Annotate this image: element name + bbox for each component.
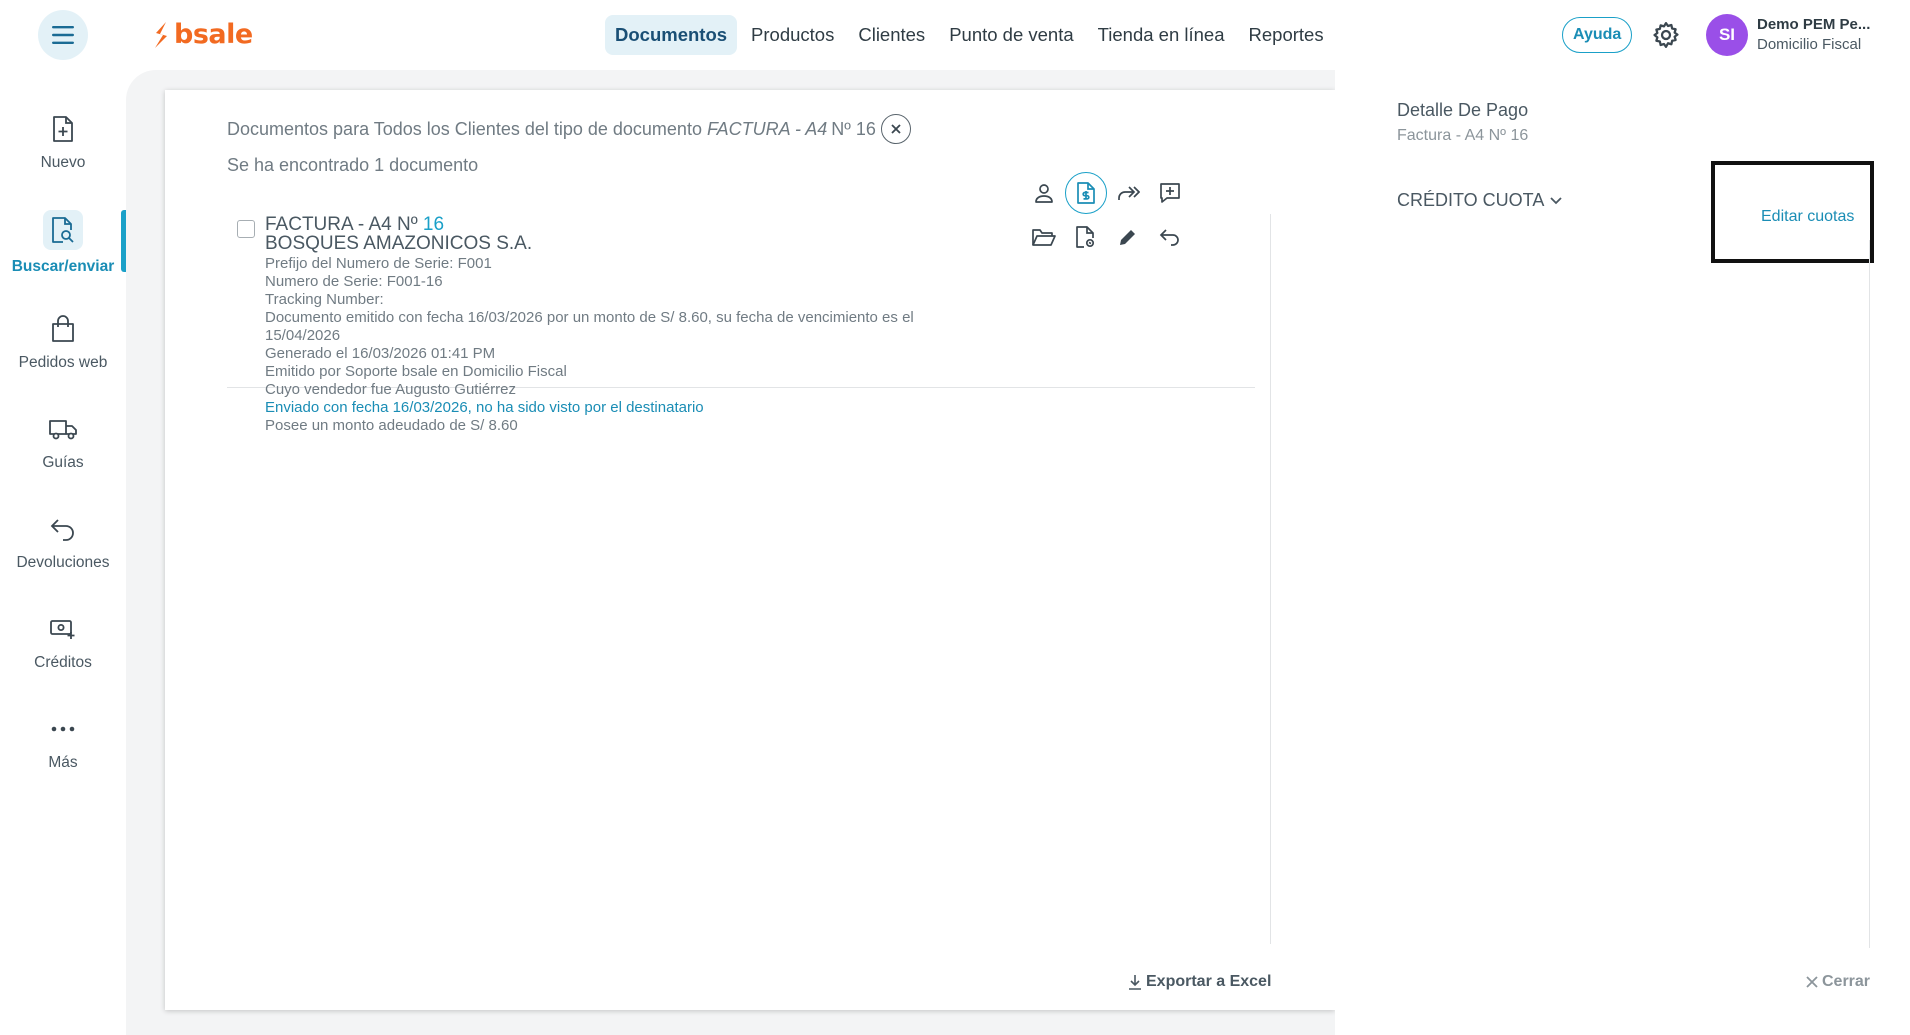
sidebar-item-label: Nuevo	[40, 154, 86, 171]
sidebar-item-buscar-enviar[interactable]: Buscar/enviar	[0, 210, 126, 290]
document-number[interactable]: 16	[423, 214, 444, 235]
right-panel-divider	[1869, 240, 1870, 948]
search-title: Documentos para Todos los Clientes del t…	[227, 114, 911, 144]
nav-item-productos[interactable]: Productos	[741, 15, 844, 55]
money-plus-icon	[50, 620, 75, 639]
download-icon	[1129, 975, 1141, 990]
close-icon	[1806, 976, 1818, 988]
detail-line: Prefijo del Numero de Serie: F001	[265, 255, 492, 272]
file-payment-icon	[1077, 182, 1095, 204]
document-link-button[interactable]	[1065, 216, 1107, 258]
close-label: Cerrar	[1822, 973, 1871, 990]
detail-line: Emitido por Soporte bsale en Domicilio F…	[265, 363, 567, 380]
logo-text: bsale	[174, 19, 253, 50]
main-nav: Documentos Productos Clientes Punto de v…	[605, 15, 1334, 55]
sidebar-item-pedidos-web[interactable]: Pedidos web	[0, 312, 126, 392]
nav-item-punto-de-venta[interactable]: Punto de venta	[939, 15, 1083, 55]
help-button[interactable]: Ayuda	[1562, 17, 1633, 53]
export-excel-label: Exportar a Excel	[1146, 973, 1272, 990]
close-icon	[891, 124, 901, 134]
detail-line: Documento emitido con fecha 16/03/2026 p…	[265, 309, 914, 344]
add-comment-button[interactable]	[1149, 172, 1191, 214]
forward-button[interactable]	[1107, 172, 1149, 214]
open-folder-button[interactable]	[1023, 216, 1065, 258]
sidebar-item-label: Devoluciones	[16, 554, 110, 571]
sidebar-item-label: Guías	[42, 454, 84, 471]
return-arrow-icon	[1159, 229, 1179, 246]
nav-item-clientes[interactable]: Clientes	[848, 15, 935, 55]
sidebar-item-label: Buscar/enviar	[11, 258, 115, 275]
sidebar-item-mas[interactable]: Más	[0, 712, 126, 792]
bsale-logo-mark-icon	[155, 21, 167, 48]
file-link-icon	[1076, 226, 1095, 248]
menu-button[interactable]	[38, 10, 88, 60]
detail-line: Generado el 16/03/2026 01:41 PM	[265, 345, 496, 362]
credit-label: CRÉDITO CUOTA	[1397, 190, 1545, 210]
nav-item-documentos[interactable]: Documentos	[605, 15, 738, 55]
bsale-logo[interactable]: bsale	[152, 19, 253, 50]
client-button[interactable]	[1023, 172, 1065, 214]
edit-button[interactable]	[1107, 216, 1149, 258]
clear-filter-button[interactable]	[880, 114, 911, 144]
payment-subtitle: Factura - A4 Nº 16	[1397, 127, 1529, 144]
return-arrow-icon	[50, 519, 74, 541]
avatar[interactable]: SI	[1706, 14, 1748, 56]
panel-divider	[1270, 214, 1271, 944]
document-type-label: FACTURA - A4 Nº	[265, 214, 418, 235]
debt-text: Posee un monto adeudado de S/ 8.60	[265, 417, 518, 434]
document-checkbox[interactable]	[237, 220, 255, 238]
user-branch: Domicilio Fiscal	[1757, 36, 1862, 53]
sent-status-link[interactable]: Enviado con fecha 16/03/2026, no ha sido…	[265, 399, 985, 417]
sidebar-item-creditos[interactable]: Créditos	[0, 612, 126, 692]
forward-arrows-icon	[1118, 186, 1140, 200]
document-client: BOSQUES AMAZONICOS S.A.	[265, 233, 533, 254]
export-excel-button[interactable]: Exportar a Excel	[1128, 973, 1271, 991]
sidebar-item-nuevo[interactable]: Nuevo	[0, 112, 126, 192]
shopping-bag-icon	[52, 315, 74, 342]
folder-open-icon	[1032, 229, 1056, 246]
search-title-doc-number: Nº 16	[831, 118, 876, 139]
edit-installments-link[interactable]: Editar cuotas	[1761, 208, 1854, 226]
credit-dropdown[interactable]: CRÉDITO CUOTA	[1397, 190, 1562, 211]
detail-line: Numero de Serie: F001-16	[265, 273, 443, 290]
user-icon	[1035, 184, 1053, 203]
sidebar-item-label: Pedidos web	[18, 354, 108, 371]
file-plus-icon	[53, 116, 73, 142]
nav-item-tienda-en-linea[interactable]: Tienda en línea	[1088, 15, 1235, 55]
gear-icon[interactable]	[1651, 20, 1681, 50]
sidebar-item-guias[interactable]: Guías	[0, 412, 126, 492]
file-search-icon	[52, 217, 74, 243]
more-dots-icon	[51, 726, 75, 732]
close-button[interactable]: Cerrar	[1806, 973, 1870, 991]
payment-title: Detalle De Pago	[1397, 100, 1529, 120]
sidebar-item-label: Más	[48, 754, 78, 771]
sidebar-item-label: Créditos	[34, 654, 92, 671]
hamburger-icon	[52, 26, 74, 44]
search-title-doc-type: FACTURA - A4	[706, 118, 828, 139]
search-title-prefix: Documentos para Todos los Clientes del t…	[227, 118, 702, 139]
detail-line: Tracking Number:	[265, 291, 384, 308]
detail-line: Cuyo vendedor fue Augusto Gutiérrez	[265, 381, 516, 398]
documents-panel: Documentos para Todos los Clientes del t…	[165, 90, 1335, 1010]
payment-detail-button[interactable]	[1065, 172, 1107, 214]
results-count: Se ha encontrado 1 documento	[227, 155, 479, 175]
top-bar: bsale Documentos Productos Clientes Punt…	[0, 0, 1910, 70]
return-button[interactable]	[1149, 216, 1191, 258]
chevron-down-icon	[1550, 196, 1562, 204]
sidebar-item-devoluciones[interactable]: Devoluciones	[0, 512, 126, 592]
truck-icon	[49, 420, 77, 440]
document-details: Prefijo del Numero de Serie: F001 Numero…	[265, 255, 985, 435]
nav-item-reportes[interactable]: Reportes	[1239, 15, 1334, 55]
user-name[interactable]: Demo PEM Pe...	[1757, 16, 1870, 33]
pencil-icon	[1120, 230, 1135, 245]
comment-plus-icon	[1160, 183, 1180, 203]
